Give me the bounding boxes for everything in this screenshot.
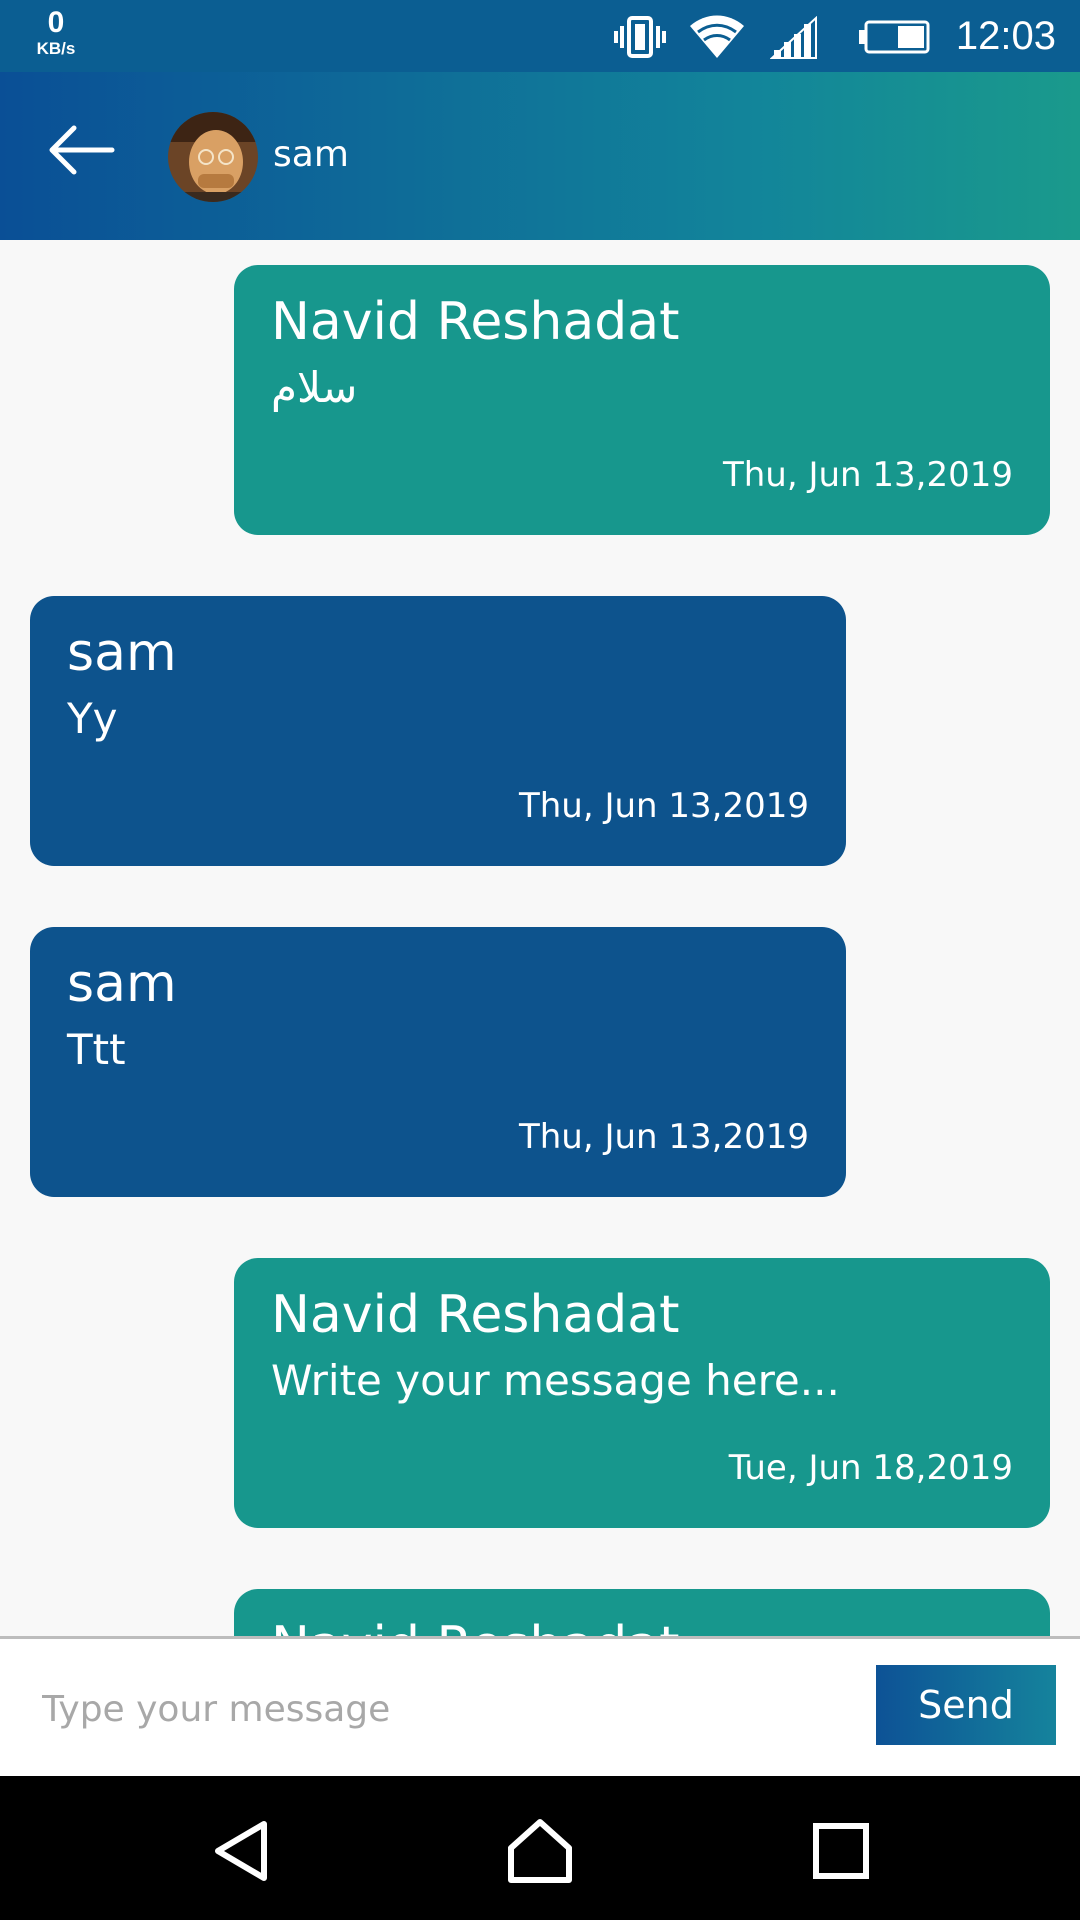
composer: Send <box>0 1636 1080 1776</box>
nav-back-button[interactable] <box>206 1816 276 1886</box>
message-list[interactable]: Navid Reshadat سلام Thu, Jun 13,2019 sam… <box>0 240 1080 1636</box>
message-sender: sam <box>67 954 177 1014</box>
nav-recents-button[interactable] <box>806 1816 876 1886</box>
network-speed: 0 KB/s <box>26 6 86 58</box>
message-sender: Navid Reshadat <box>271 1615 679 1636</box>
network-speed-value: 0 <box>47 6 65 39</box>
chat-header: sam <box>0 72 1080 240</box>
battery-icon <box>859 20 930 54</box>
message-date: Thu, Jun 13,2019 <box>722 455 1013 495</box>
signal-icon <box>770 16 817 59</box>
message-bubble-incoming[interactable]: sam Yy Thu, Jun 13,2019 <box>30 596 846 866</box>
message-input[interactable] <box>30 1669 830 1749</box>
message-text: Write your message here... <box>271 1356 840 1405</box>
message-sender: Navid Reshadat <box>271 292 680 352</box>
status-bar: 0 KB/s 12:03 <box>0 0 1080 72</box>
message-sender: sam <box>67 623 177 683</box>
nav-home-button[interactable] <box>505 1816 575 1886</box>
back-triangle-icon <box>215 1821 267 1881</box>
system-nav-bar <box>0 1776 1080 1920</box>
back-button[interactable] <box>48 122 118 178</box>
vibrate-icon <box>614 16 666 58</box>
message-text: Ttt <box>67 1025 126 1074</box>
message-text: Yy <box>67 694 118 743</box>
recents-square-icon <box>813 1823 869 1879</box>
home-icon <box>508 1819 572 1883</box>
clock: 12:03 <box>955 14 1056 58</box>
send-button[interactable]: Send <box>876 1665 1056 1745</box>
contact-avatar[interactable] <box>168 112 258 202</box>
wifi-icon <box>690 15 744 58</box>
message-sender: Navid Reshadat <box>271 1285 680 1345</box>
message-bubble-outgoing[interactable]: Navid Reshadat Write your message here..… <box>234 1258 1050 1528</box>
message-date: Thu, Jun 13,2019 <box>518 1117 809 1157</box>
message-bubble-outgoing[interactable]: Navid Reshadat <box>234 1589 1050 1636</box>
network-speed-unit: KB/s <box>36 39 76 58</box>
contact-name: sam <box>273 134 349 175</box>
message-date: Thu, Jun 13,2019 <box>518 786 809 826</box>
arrow-left-icon <box>49 125 115 175</box>
message-bubble-incoming[interactable]: sam Ttt Thu, Jun 13,2019 <box>30 927 846 1197</box>
message-text: سلام <box>271 363 358 412</box>
avatar-image <box>168 112 258 202</box>
message-bubble-outgoing[interactable]: Navid Reshadat سلام Thu, Jun 13,2019 <box>234 265 1050 535</box>
message-date: Tue, Jun 18,2019 <box>728 1448 1013 1488</box>
